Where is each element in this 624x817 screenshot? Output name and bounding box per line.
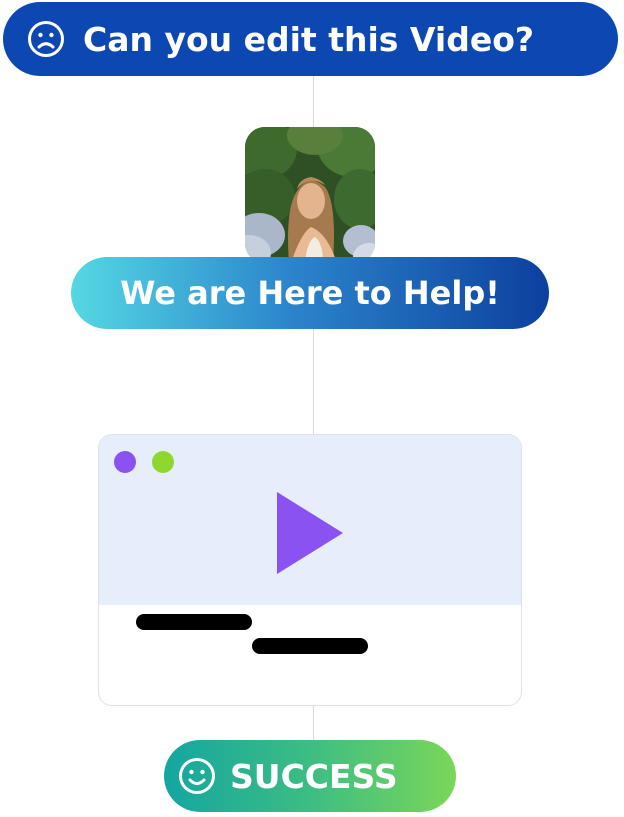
video-card [98,434,522,706]
smile-face-icon [179,758,215,794]
connector-line-bottom [313,705,314,741]
avatar [245,127,375,263]
help-pill: We are Here to Help! [71,257,549,329]
connector-line-top [313,76,314,128]
connector-line-middle [313,329,314,435]
question-text: Can you edit this Video? [83,19,535,59]
success-pill: SUCCESS [164,740,456,812]
question-pill: Can you edit this Video? [3,2,618,76]
caption-line-1 [136,614,252,630]
help-text: We are Here to Help! [120,274,500,312]
caption-line-2 [252,638,368,654]
sad-face-icon [28,21,64,57]
video-screen [99,435,521,605]
success-text: SUCCESS [230,756,398,796]
window-dot-purple [114,451,136,473]
play-icon[interactable] [277,492,343,574]
window-dot-green [152,451,174,473]
person-photo [245,127,375,263]
